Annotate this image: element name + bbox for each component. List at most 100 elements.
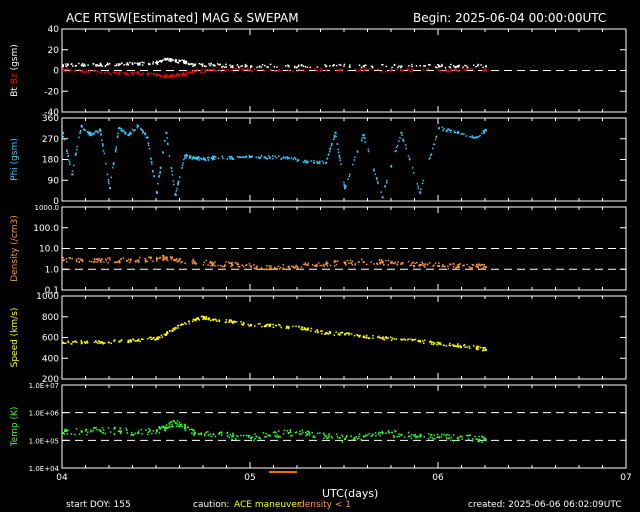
data-point-speed — [207, 318, 210, 321]
data-point-speed — [160, 334, 163, 337]
data-point-speed — [459, 344, 461, 347]
data-point-speed — [201, 315, 203, 318]
data-point-temp — [98, 429, 101, 431]
data-point-density — [155, 260, 158, 262]
data-point-density — [278, 268, 281, 270]
data-point-mag — [369, 67, 371, 70]
data-point-density — [472, 264, 475, 266]
data-point-phi — [304, 159, 306, 162]
data-point-density — [253, 264, 255, 266]
data-point-temp — [175, 425, 178, 428]
data-point-phi — [327, 154, 330, 156]
data-point-density — [471, 264, 474, 266]
data-point-temp — [119, 427, 121, 429]
data-point-mag — [475, 65, 477, 68]
data-point-speed — [261, 325, 263, 328]
data-point-mag — [385, 65, 388, 68]
data-point-speed — [62, 342, 64, 345]
data-point-phi — [293, 156, 296, 159]
data-point-phi — [147, 142, 150, 145]
panel-frame-speed — [61, 295, 627, 380]
data-point-phi — [71, 173, 73, 176]
data-point-temp — [155, 432, 157, 435]
data-point-phi — [442, 129, 444, 132]
data-point-phi — [484, 128, 487, 131]
data-point-density — [227, 261, 230, 264]
data-point-density — [156, 256, 158, 259]
data-point-density — [178, 259, 181, 261]
data-point-phi — [93, 132, 96, 134]
data-point-mag — [189, 72, 192, 74]
data-point-density — [211, 261, 214, 263]
data-point-mag — [141, 64, 144, 66]
data-point-mag — [95, 64, 97, 66]
data-point-temp — [471, 440, 474, 442]
data-point-phi — [172, 180, 175, 182]
y-tick-label-speed: 600 — [42, 334, 59, 344]
data-point-density — [387, 259, 390, 262]
data-point-mag — [87, 64, 89, 66]
data-point-mag — [256, 69, 258, 71]
data-point-mag — [427, 67, 429, 70]
data-point-density — [237, 263, 240, 265]
data-point-phi — [453, 130, 456, 133]
data-point-density — [237, 265, 240, 268]
data-point-phi — [461, 133, 464, 135]
data-point-phi — [159, 170, 161, 173]
data-point-density — [165, 258, 168, 260]
data-point-mag — [186, 71, 188, 74]
data-point-phi — [186, 154, 189, 157]
data-point-mag — [97, 65, 99, 67]
data-point-temp — [429, 436, 432, 438]
data-point-mag — [325, 69, 328, 72]
data-point-phi — [377, 182, 379, 185]
data-point-density — [422, 264, 424, 267]
data-point-mag — [115, 72, 117, 74]
data-point-phi — [208, 156, 210, 159]
data-point-temp — [433, 434, 435, 437]
data-point-mag — [139, 64, 141, 66]
data-point-density — [254, 268, 257, 270]
data-point-phi — [429, 157, 431, 159]
data-point-speed — [339, 334, 341, 336]
data-point-temp — [445, 437, 448, 439]
data-point-mag — [467, 68, 469, 71]
data-point-phi — [395, 146, 398, 149]
data-point-phi — [86, 131, 89, 133]
data-point-phi — [264, 156, 266, 158]
data-point-mag — [450, 69, 452, 72]
data-point-mag — [223, 66, 226, 69]
data-point-density — [144, 259, 147, 262]
data-point-phi — [78, 136, 80, 139]
data-point-phi — [278, 155, 280, 157]
data-point-phi — [176, 187, 178, 190]
data-point-mag — [457, 70, 460, 73]
data-point-mag — [152, 74, 155, 76]
data-point-density — [161, 254, 164, 257]
data-point-phi — [245, 155, 247, 158]
data-point-mag — [126, 72, 128, 75]
data-point-speed — [307, 327, 309, 329]
data-point-speed — [453, 344, 456, 347]
data-point-mag — [78, 69, 81, 71]
data-point-phi — [339, 159, 341, 162]
data-point-phi — [438, 127, 440, 130]
data-point-speed — [234, 321, 236, 323]
data-point-temp — [360, 438, 362, 441]
data-point-density — [326, 265, 329, 267]
data-point-temp — [158, 431, 161, 434]
data-point-temp — [158, 426, 160, 429]
data-point-temp — [86, 433, 88, 436]
data-point-phi — [107, 180, 110, 183]
data-point-speed — [436, 341, 438, 344]
data-point-mag — [81, 62, 84, 65]
data-point-temp — [179, 423, 181, 426]
data-point-phi — [251, 155, 253, 157]
data-point-temp — [482, 436, 485, 439]
data-point-temp — [344, 438, 347, 440]
data-point-temp — [85, 428, 87, 431]
data-point-density — [138, 261, 140, 263]
data-point-density — [477, 263, 480, 265]
data-point-density — [391, 260, 393, 263]
data-point-phi — [384, 186, 386, 188]
